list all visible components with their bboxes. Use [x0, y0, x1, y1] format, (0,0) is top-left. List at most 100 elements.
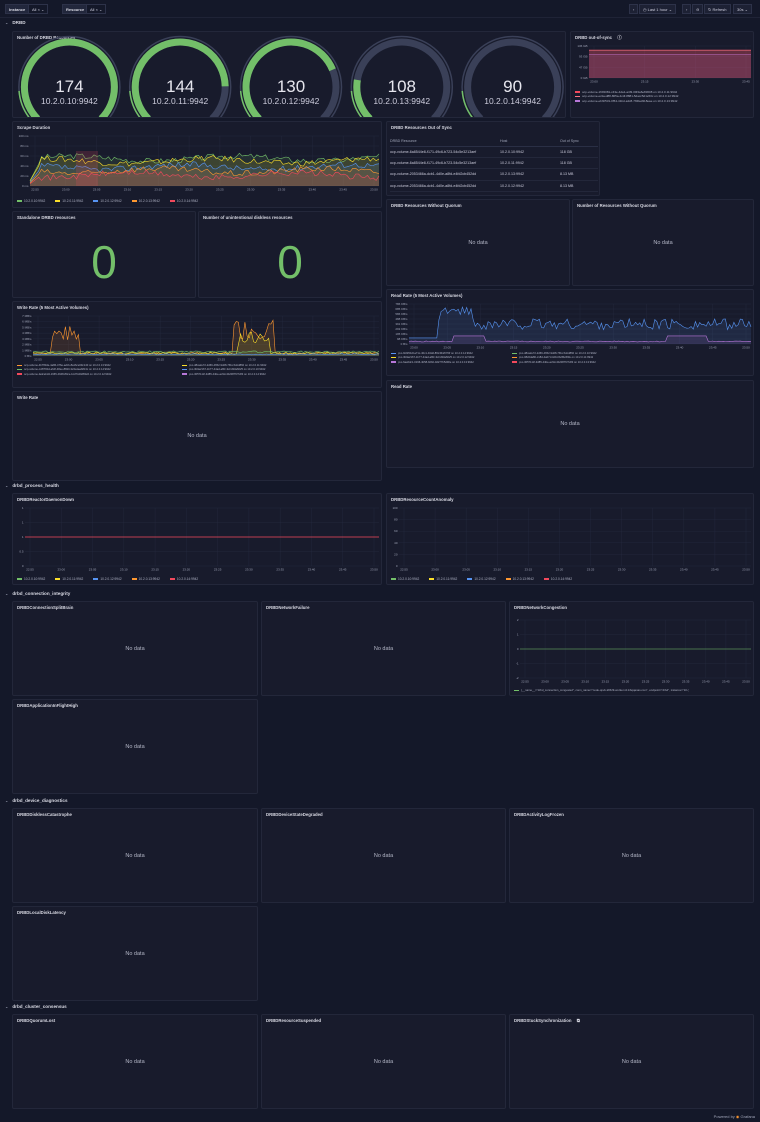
- legend-item[interactable]: 10.2.0.14:9942: [169, 199, 198, 203]
- x-tick-label: 22:55: [31, 188, 39, 192]
- standalone-value: 0: [91, 236, 117, 288]
- legend-item[interactable]: 10.2.0.10:9942: [391, 577, 419, 581]
- x-tick-label: 23:05: [462, 568, 470, 572]
- legend-label: ocp-volume-ebf1f531-0f54-41bd-a4c8-7f00a…: [582, 98, 678, 103]
- legend-item[interactable]: 10.2.0.13:9942: [131, 577, 160, 581]
- section-process-health[interactable]: ⌄ drbd_process_health: [5, 483, 59, 488]
- no-data-message: No data: [373, 645, 394, 652]
- legend-item[interactable]: 10.2.0.12:9942: [93, 199, 122, 203]
- legend-item[interactable]: pvc-6ae6dc1-0196-4b58-b0b0-0d277b5d90e o…: [391, 361, 507, 365]
- panel-title: DRBDApplicationInFlightHigh: [17, 703, 78, 708]
- legend-swatch: [512, 352, 517, 355]
- legend-label: pvc-3057111f-3d85-44be-ac9d-4b2087f37c83…: [189, 372, 266, 376]
- no-data-message: No data: [125, 743, 145, 750]
- x-tick-label: 23:15: [525, 568, 533, 572]
- x-tick-label: 23:15: [510, 346, 518, 350]
- table-row[interactable]: ocp-volume-2053466a-dcb1-4d0e-a8fd-e4fd2…: [390, 168, 598, 181]
- chevron-down-icon: ⌄: [5, 20, 9, 25]
- zoom-out-icon: ⊖: [696, 7, 700, 12]
- cell-out-of-sync: 8.13 MB: [560, 191, 598, 195]
- x-tick-label: 23:25: [214, 568, 222, 572]
- section-connection-integrity[interactable]: ⌄ drbd_connection_integrity: [5, 591, 70, 596]
- gauge-instance-label: 10.2.0.10:9942: [41, 96, 98, 106]
- legend-item[interactable]: 10.2.0.11:9942: [429, 577, 457, 581]
- legend-label: pvc-6ae6dc1-0196-4b58-b0b0-0d277b5d90e o…: [398, 360, 474, 364]
- legend-item[interactable]: 10.2.0.14:9942: [543, 577, 572, 581]
- legend-item[interactable]: 10.2.0.11:9942: [55, 199, 83, 203]
- y-tick-label: -1: [516, 662, 519, 666]
- y-tick-label: 2 MB/s: [22, 343, 32, 347]
- no-data-message: No data: [621, 1058, 642, 1065]
- legend-item[interactable]: ocp-volume-fadcebd4-1965-4948-80ce-bcd74…: [17, 373, 177, 377]
- y-tick-label: 0 B/s: [401, 342, 408, 346]
- x-tick-label: 23:30: [609, 346, 617, 350]
- legend-label: 10.2.0.13:9942: [138, 577, 160, 581]
- chevron-down-icon: ⌄: [668, 7, 673, 12]
- panel-title: DRBDConnectionSplitBrain: [17, 605, 74, 610]
- legend-swatch: [512, 356, 517, 359]
- section-device-diagnostics[interactable]: ⌄ drbd_device_diagnostics: [5, 798, 68, 803]
- x-tick-label: 23:00: [431, 568, 439, 572]
- legend-item[interactable]: 10.2.0.12:9942: [93, 577, 122, 581]
- x-tick-label: 23:15: [155, 188, 163, 192]
- gauge-instance-label: 10.2.0.14:9942: [484, 96, 541, 106]
- table-row[interactable]: ocp-volume-2053466a-dcb1-4d0e-a8fd-e4fd2…: [390, 191, 598, 195]
- instance-variable-select[interactable]: All × ⌄: [28, 4, 49, 14]
- link-icon[interactable]: ⧉: [577, 1018, 580, 1023]
- refresh-button[interactable]: ↻ Refresh: [704, 4, 731, 14]
- time-shift-forward-button[interactable]: ›: [682, 4, 692, 14]
- cell-resource: ocp-volume-2053466a-dcb1-4d0e-a8fd-e4fd2…: [390, 191, 500, 195]
- legend-item[interactable]: 10.2.0.11:9942: [55, 577, 83, 581]
- cell-resource: ocp-volume-2053466a-dcb1-4d0e-a8fd-e4fd2…: [390, 168, 500, 181]
- legend-item[interactable]: 10.2.0.10:9942: [17, 577, 45, 581]
- table-row[interactable]: ocp-volume-6a8544e8-f171-49c6-b723-54c5e…: [390, 146, 598, 158]
- chevron-down-icon: × ⌄: [37, 7, 45, 12]
- column-header-out-of-sync[interactable]: Out of Sync: [560, 137, 598, 147]
- time-range-picker[interactable]: ◷ Last 1 hour ⌄: [639, 4, 677, 14]
- panel-diskless: Number of unintentional diskless resourc…: [198, 211, 382, 298]
- legend-swatch: [182, 373, 187, 375]
- time-shift-back-button[interactable]: ‹: [629, 4, 639, 14]
- y-tick-label: 4 MB/s: [22, 331, 32, 335]
- legend-swatch: [391, 352, 396, 355]
- x-tick-label: 23:10: [126, 358, 134, 362]
- legend-item[interactable]: 10.2.0.12:9942: [467, 577, 496, 581]
- x-tick-label: 23:15: [151, 568, 159, 572]
- column-header-resource[interactable]: DRBD Resource: [390, 137, 500, 147]
- resource-variable-select[interactable]: All × ⌄: [86, 4, 107, 14]
- no-data-message: No data: [621, 852, 642, 859]
- panel-title: DRBD Resources Without Quorum: [391, 203, 462, 208]
- table-header-row: DRBD Resource Host Out of Sync: [390, 137, 598, 147]
- x-tick-label: 23:20: [543, 346, 551, 350]
- write-rate-series: [32, 319, 380, 355]
- legend-item[interactable]: 10.2.0.14:9942: [169, 577, 199, 581]
- legend-swatch: [514, 689, 519, 692]
- table-row[interactable]: ocp-volume-2053466a-dcb1-4d0e-a8fd-e4fd2…: [390, 180, 598, 193]
- chevron-down-icon: ⌄: [5, 798, 9, 803]
- grafana-link[interactable]: Grafana: [741, 1114, 755, 1119]
- legend-item[interactable]: 10.2.0.13:9942: [131, 199, 160, 203]
- legend-swatch: [391, 578, 396, 580]
- write-rate-legend: ocp-volume-4b7ff0de-4a86-476e-acbb-8a16c…: [17, 364, 342, 377]
- y-tick-label: 586 KB/s: [395, 312, 408, 316]
- legend-item[interactable]: 10.2.0.10:9942: [17, 199, 45, 203]
- panel-network-failure: DRBDNetworkFailure No data: [261, 601, 506, 696]
- legend-item[interactable]: 10.2.0.13:9942: [505, 577, 534, 581]
- section-cluster-consensus[interactable]: ⌄ drbd_cluster_consensus: [5, 1004, 67, 1009]
- table-row[interactable]: ocp-volume-6a8544e8-f171-49c6-b723-54c5e…: [390, 157, 598, 170]
- legend-label: 10.2.0.14:9942: [176, 577, 199, 581]
- zoom-out-button[interactable]: ⊖: [692, 4, 704, 14]
- legend-item[interactable]: ocp-volume-ebf1f531-0f54-41bd-a4c8-7f00a…: [575, 99, 678, 103]
- y-tick-label: 60: [394, 529, 398, 533]
- legend-swatch: [17, 368, 22, 371]
- section-drbd[interactable]: ⌄ DRBD: [5, 20, 26, 25]
- column-header-host[interactable]: Host: [500, 137, 560, 147]
- no-data-message: No data: [187, 433, 207, 439]
- refresh-interval-select[interactable]: 30s ⌄: [733, 4, 752, 14]
- legend-swatch: [169, 578, 175, 580]
- legend-item[interactable]: pvc-3057111f-3d85-44be-ac9d-4b2087f37c83…: [182, 373, 342, 377]
- legend-item[interactable]: pvc-3057111f-3d85-44be-ac9d-4b2087f37c83…: [512, 361, 628, 365]
- panel-quorum-lost: DRBDQuorumLost No data: [12, 1014, 258, 1109]
- y-tick-label: 488 KB/s: [395, 317, 408, 321]
- panel-title: DRBDStuckSynchronization ⧉: [514, 1018, 580, 1023]
